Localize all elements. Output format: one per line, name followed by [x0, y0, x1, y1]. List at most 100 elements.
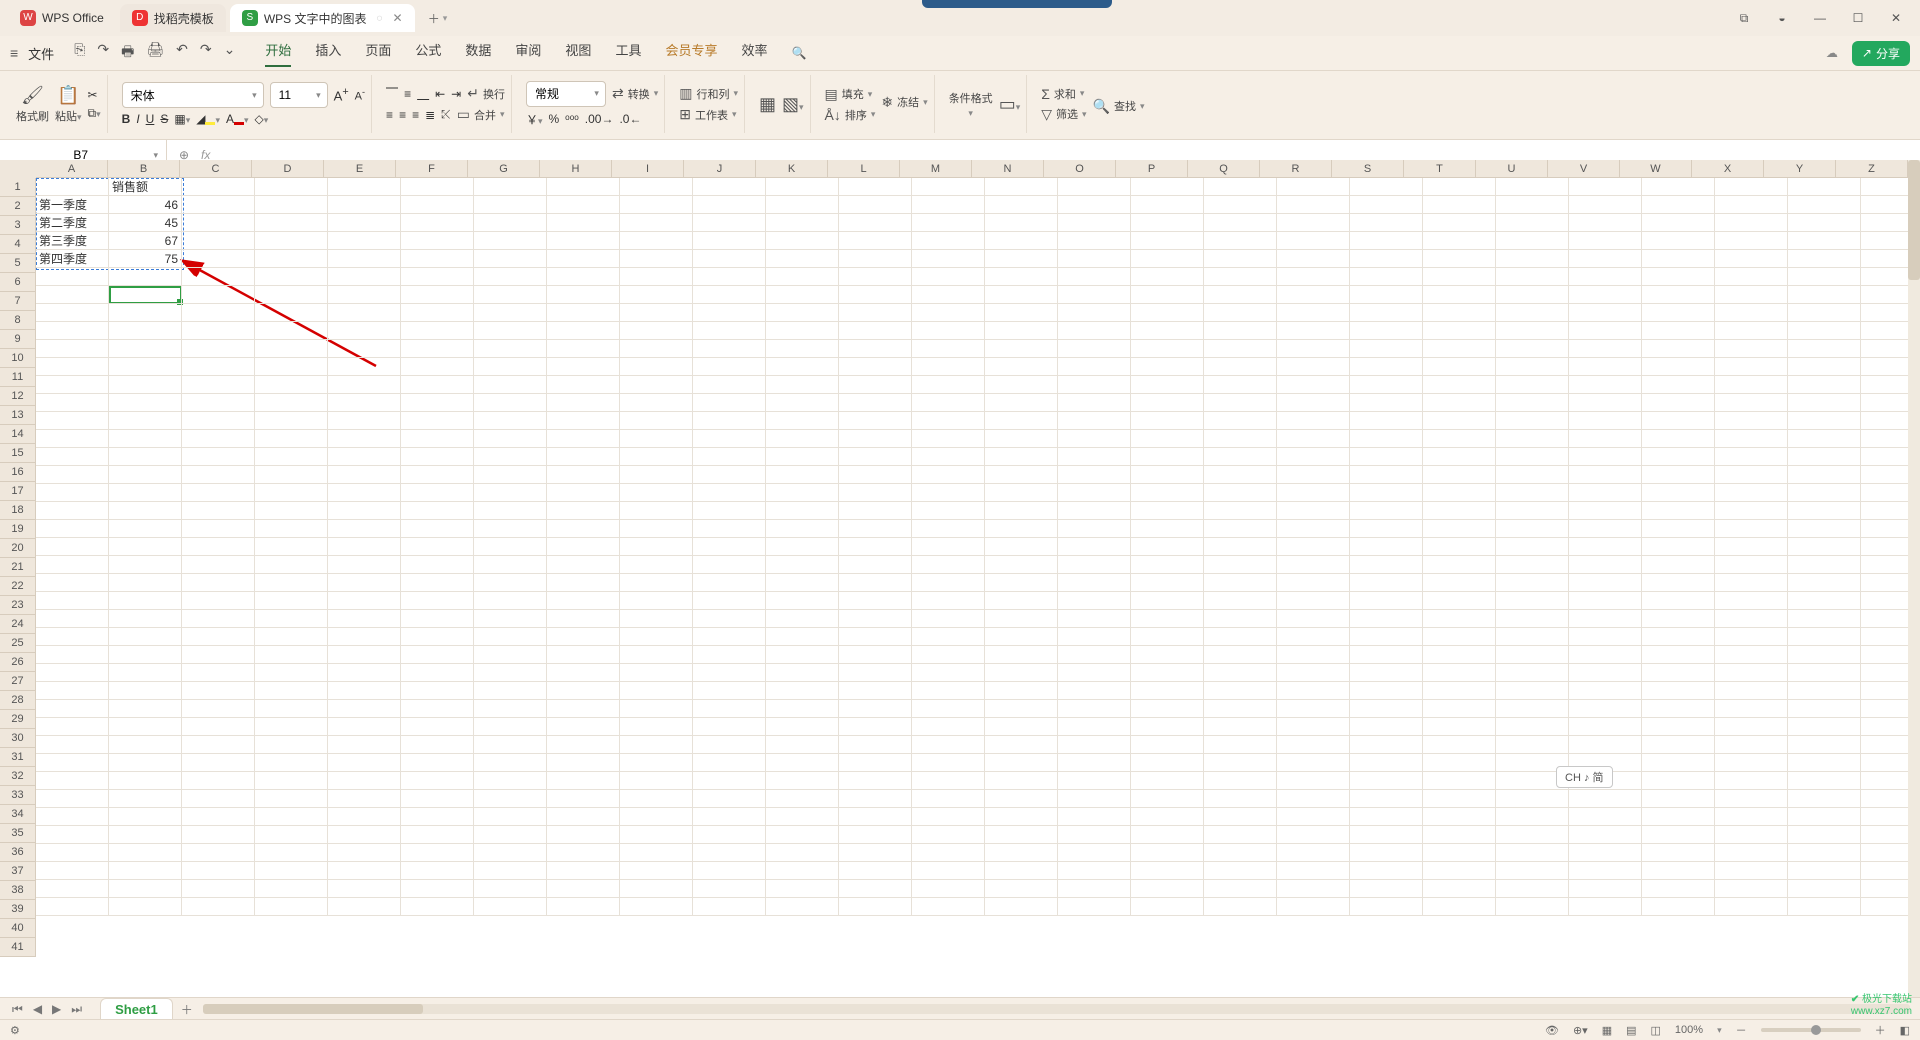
- cell[interactable]: [1788, 574, 1861, 592]
- cell[interactable]: [1058, 700, 1131, 718]
- cell[interactable]: [328, 520, 401, 538]
- cell[interactable]: [620, 610, 693, 628]
- cell[interactable]: [1350, 664, 1423, 682]
- cell[interactable]: [1423, 790, 1496, 808]
- cell[interactable]: [839, 844, 912, 862]
- cell[interactable]: [839, 538, 912, 556]
- cell[interactable]: [1204, 592, 1277, 610]
- cell[interactable]: [1350, 538, 1423, 556]
- cell[interactable]: [1642, 214, 1715, 232]
- cell[interactable]: [1350, 736, 1423, 754]
- cell[interactable]: [1058, 520, 1131, 538]
- cell[interactable]: [1569, 592, 1642, 610]
- cell[interactable]: [1204, 610, 1277, 628]
- cell[interactable]: [1642, 412, 1715, 430]
- cell[interactable]: [36, 502, 109, 520]
- cell[interactable]: [985, 682, 1058, 700]
- cell[interactable]: [1131, 520, 1204, 538]
- cell[interactable]: [766, 736, 839, 754]
- cell[interactable]: [401, 394, 474, 412]
- cell[interactable]: [1204, 646, 1277, 664]
- cell[interactable]: [401, 502, 474, 520]
- cell[interactable]: [1423, 610, 1496, 628]
- row-header[interactable]: 37: [0, 862, 36, 881]
- cell[interactable]: [109, 268, 182, 286]
- cell[interactable]: [1715, 682, 1788, 700]
- cell[interactable]: [620, 646, 693, 664]
- cell[interactable]: [1277, 358, 1350, 376]
- cell[interactable]: [36, 286, 109, 304]
- cell[interactable]: [182, 844, 255, 862]
- cell[interactable]: [547, 286, 620, 304]
- cell[interactable]: [620, 268, 693, 286]
- cell[interactable]: [474, 448, 547, 466]
- cell[interactable]: [620, 862, 693, 880]
- cell[interactable]: [839, 412, 912, 430]
- cell[interactable]: [1204, 376, 1277, 394]
- cell[interactable]: [109, 502, 182, 520]
- cell[interactable]: [1642, 448, 1715, 466]
- cell[interactable]: [1131, 682, 1204, 700]
- row-header[interactable]: 35: [0, 824, 36, 843]
- cell[interactable]: [1715, 538, 1788, 556]
- slider-thumb[interactable]: [1811, 1025, 1821, 1035]
- cell[interactable]: [474, 466, 547, 484]
- cell[interactable]: [1131, 250, 1204, 268]
- cell[interactable]: [1350, 592, 1423, 610]
- cell[interactable]: [1569, 214, 1642, 232]
- cell[interactable]: [620, 718, 693, 736]
- cell[interactable]: [1350, 430, 1423, 448]
- freeze-button[interactable]: ❄冻结▾: [881, 94, 927, 111]
- cell[interactable]: [766, 322, 839, 340]
- underline-button[interactable]: U: [146, 112, 155, 126]
- cell[interactable]: [912, 790, 985, 808]
- font-color-button[interactable]: A▾: [226, 112, 249, 126]
- cell[interactable]: [401, 322, 474, 340]
- cell[interactable]: [547, 664, 620, 682]
- view-split-icon[interactable]: ◫: [1651, 1024, 1661, 1037]
- cell[interactable]: [766, 628, 839, 646]
- cell[interactable]: [766, 610, 839, 628]
- row-col-button[interactable]: ▥行和列▾: [679, 85, 738, 102]
- cell[interactable]: [328, 880, 401, 898]
- cell[interactable]: [182, 790, 255, 808]
- cell[interactable]: [474, 340, 547, 358]
- cell[interactable]: [1642, 268, 1715, 286]
- cell[interactable]: [401, 772, 474, 790]
- cell[interactable]: [1642, 808, 1715, 826]
- cell[interactable]: [766, 268, 839, 286]
- cell[interactable]: [1569, 448, 1642, 466]
- cell[interactable]: [182, 556, 255, 574]
- cell[interactable]: [985, 484, 1058, 502]
- cell[interactable]: [328, 700, 401, 718]
- cell[interactable]: [1204, 772, 1277, 790]
- cell[interactable]: [547, 520, 620, 538]
- col-header[interactable]: V: [1548, 160, 1620, 178]
- cell[interactable]: [547, 898, 620, 916]
- cell[interactable]: [1350, 394, 1423, 412]
- cell[interactable]: [255, 574, 328, 592]
- cell[interactable]: [1496, 898, 1569, 916]
- share-button[interactable]: ↗分享: [1852, 41, 1910, 66]
- cell[interactable]: [912, 700, 985, 718]
- cell[interactable]: [182, 754, 255, 772]
- cell[interactable]: [1277, 628, 1350, 646]
- cell[interactable]: [1350, 322, 1423, 340]
- cell[interactable]: [1423, 448, 1496, 466]
- cell[interactable]: [182, 340, 255, 358]
- cell[interactable]: [1350, 250, 1423, 268]
- cell[interactable]: [1058, 214, 1131, 232]
- cell[interactable]: [328, 556, 401, 574]
- cell[interactable]: [1058, 808, 1131, 826]
- cell[interactable]: [1788, 844, 1861, 862]
- cell[interactable]: [1131, 646, 1204, 664]
- col-header[interactable]: D: [252, 160, 324, 178]
- cell[interactable]: [1496, 808, 1569, 826]
- cell[interactable]: [766, 520, 839, 538]
- cell[interactable]: [1058, 718, 1131, 736]
- cell[interactable]: [1569, 556, 1642, 574]
- cell[interactable]: [109, 304, 182, 322]
- cell[interactable]: [766, 178, 839, 196]
- cell[interactable]: [620, 574, 693, 592]
- cell[interactable]: [474, 538, 547, 556]
